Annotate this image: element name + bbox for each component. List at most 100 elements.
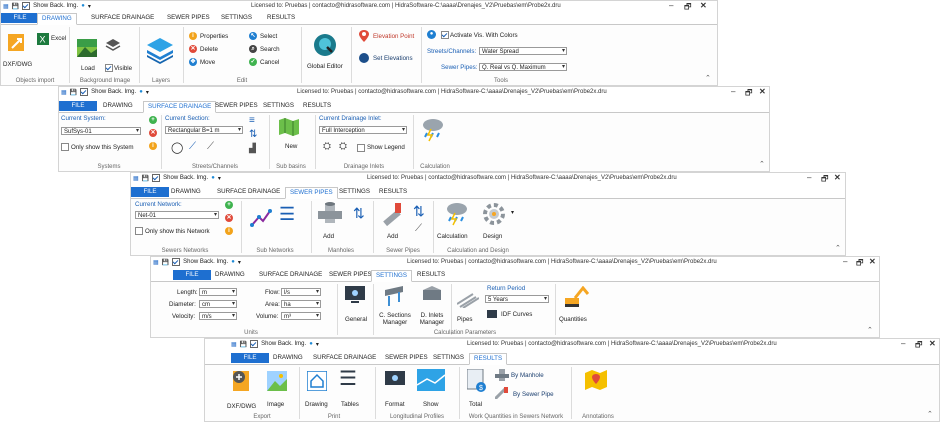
tab-sewer-pipes[interactable]: SEWER PIPES — [285, 187, 338, 199]
tab-settings[interactable]: SETTINGS — [217, 13, 256, 23]
channel-order-icon[interactable]: ⇅ — [249, 129, 257, 140]
streets-channels-select[interactable]: Water Spread — [479, 47, 567, 55]
tab-settings[interactable]: SETTINGS — [371, 270, 412, 282]
tab-drawing[interactable]: DRAWING — [37, 13, 77, 25]
show-back-img-checkbox[interactable] — [22, 2, 31, 10]
pipes-button[interactable]: Pipes — [457, 316, 472, 323]
design-gear-icon[interactable] — [481, 201, 507, 227]
minimize-button[interactable]: – — [901, 339, 905, 348]
add-sewer-pipe-button[interactable]: Add — [387, 233, 398, 240]
print-drawing-icon[interactable] — [307, 371, 327, 391]
general-settings-icon[interactable] — [345, 286, 365, 304]
show-back-img-checkbox[interactable] — [80, 88, 89, 96]
global-editor-icon[interactable] — [313, 33, 337, 57]
tab-drawing[interactable]: DRAWING — [269, 353, 307, 363]
tab-surface-drainage[interactable]: SURFACE DRAINAGE — [255, 270, 326, 280]
minimize-button[interactable]: – — [669, 1, 673, 10]
tab-results[interactable]: RESULTS — [375, 187, 411, 197]
length-select[interactable]: m — [199, 288, 237, 296]
restore-button[interactable]: 🗗 — [745, 87, 753, 101]
network-properties-icon[interactable]: i — [225, 227, 233, 235]
show-back-img-checkbox[interactable] — [172, 258, 181, 266]
by-manhole-button[interactable]: By Manhole — [511, 372, 544, 379]
pipe-edit-icon[interactable]: ⟋ — [415, 223, 422, 234]
load-button[interactable]: Load — [81, 65, 95, 72]
add-system-icon[interactable]: + — [149, 116, 157, 124]
by-sewer-pipe-icon[interactable] — [495, 387, 509, 399]
visible-checkbox[interactable] — [105, 64, 113, 72]
system-properties-icon[interactable]: i — [149, 142, 157, 150]
global-editor-button[interactable]: Global Editor — [307, 63, 343, 70]
circle-section-icon[interactable]: ◯ — [171, 141, 183, 154]
map-icon[interactable] — [279, 117, 299, 137]
restore-button[interactable]: 🗗 — [915, 339, 923, 353]
rain-cloud-icon[interactable] — [419, 117, 445, 143]
inlet-add-icon[interactable]: ⛭ — [323, 141, 331, 152]
d-inlets-manager-button[interactable]: D. Inlets Manager — [415, 312, 449, 326]
search-button[interactable]: Search — [260, 46, 280, 53]
idf-curves-button[interactable]: IDF Curves — [501, 311, 532, 318]
delete-button[interactable]: Delete — [200, 46, 218, 53]
total-quantities-icon[interactable]: $ — [467, 369, 487, 393]
tab-sewer-pipes[interactable]: SEWER PIPES — [381, 353, 432, 363]
save-icon[interactable]: 💾 — [240, 341, 247, 348]
pipes-icon[interactable] — [457, 292, 479, 308]
velocity-select[interactable]: m/s — [199, 312, 237, 320]
select-button[interactable]: Select — [260, 33, 277, 40]
save-icon[interactable]: 💾 — [70, 89, 77, 96]
add-network-icon[interactable]: + — [225, 201, 233, 209]
only-show-system-checkbox[interactable] — [61, 143, 69, 151]
move-button[interactable]: Move — [200, 59, 215, 66]
dxf-dwg-icon[interactable] — [7, 31, 29, 53]
tab-settings[interactable]: SETTINGS — [429, 353, 468, 363]
tab-file[interactable]: FILE — [231, 353, 269, 363]
print-drawing-button[interactable]: Drawing — [305, 401, 328, 408]
quantities-button[interactable]: Quantities — [559, 316, 587, 323]
customize-toolbar-icon[interactable]: ▾ — [238, 259, 241, 266]
tab-sewer-pipes[interactable]: SEWER PIPES — [325, 270, 376, 280]
tab-drawing[interactable]: DRAWING — [211, 270, 249, 280]
excel-button[interactable]: Excel — [51, 35, 66, 42]
edit-channel-icon[interactable]: ⟋ — [207, 141, 214, 152]
tab-sewer-pipes[interactable]: SEWER PIPES — [163, 13, 214, 23]
activate-vis-checkbox[interactable] — [441, 31, 449, 39]
properties-button[interactable]: Properties — [200, 33, 228, 40]
manhole-order-icon[interactable]: ⇅ — [353, 205, 365, 222]
customize-toolbar-icon[interactable]: ▾ — [316, 341, 319, 348]
profile-format-button[interactable]: Format — [385, 401, 405, 408]
export-dxf-icon[interactable] — [231, 369, 253, 393]
tab-drawing[interactable]: DRAWING — [167, 187, 205, 197]
tab-surface-drainage[interactable]: SURFACE DRAINAGE — [309, 353, 380, 363]
show-legend-checkbox[interactable] — [357, 144, 365, 152]
tab-file[interactable]: FILE — [1, 13, 39, 23]
show-back-img-checkbox[interactable] — [250, 340, 259, 348]
calculation-icon[interactable] — [443, 201, 469, 227]
return-period-select[interactable]: 5 Years — [485, 295, 549, 303]
current-system-select[interactable]: SufSys-01 — [61, 127, 141, 135]
globe-icon[interactable]: ● — [81, 3, 85, 9]
by-sewer-pipe-button[interactable]: By Sewer Pipe — [513, 391, 554, 398]
flow-select[interactable]: l/s — [281, 288, 321, 296]
c-sections-icon[interactable] — [385, 286, 403, 306]
globe-icon[interactable]: ● — [211, 175, 215, 181]
sewer-pipe-icon[interactable] — [381, 201, 403, 227]
close-button[interactable]: ✕ — [700, 1, 707, 10]
pipe-order-icon[interactable]: ⇅ — [413, 203, 425, 220]
general-button[interactable]: General — [345, 316, 367, 323]
diameter-select[interactable]: cm — [199, 300, 237, 308]
tab-file[interactable]: FILE — [131, 187, 169, 197]
collapse-ribbon-icon[interactable]: ⌃ — [867, 326, 873, 334]
save-icon[interactable]: 💾 — [142, 175, 149, 182]
c-sections-manager-button[interactable]: C. Sections Manager — [377, 312, 413, 326]
channel-chart-icon[interactable]: ▟ — [249, 143, 256, 154]
tab-results[interactable]: RESULTS — [299, 101, 335, 111]
globe-icon[interactable]: ● — [231, 259, 235, 265]
tab-file[interactable]: FILE — [173, 270, 211, 280]
annotations-map-icon[interactable] — [585, 369, 607, 391]
manhole-icon[interactable] — [317, 201, 343, 227]
minimize-button[interactable]: – — [807, 173, 811, 182]
customize-toolbar-icon[interactable]: ▾ — [218, 175, 221, 182]
customize-toolbar-icon[interactable]: ▾ — [146, 89, 149, 96]
landscape-icon[interactable] — [77, 39, 97, 57]
tab-drawing[interactable]: DRAWING — [99, 101, 137, 111]
